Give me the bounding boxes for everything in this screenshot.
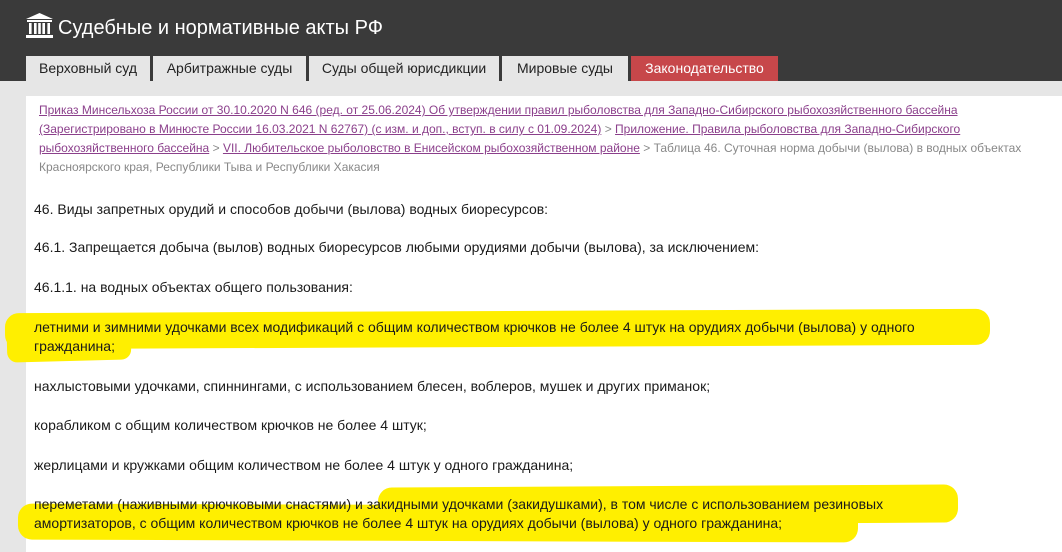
breadcrumb-separator: > [604,122,612,136]
breadcrumb-link-section[interactable]: VII. Любительское рыболовство в Енисейск… [223,141,640,155]
paragraph-46-1: 46.1. Запрещается добыча (вылов) водных … [34,239,760,255]
breadcrumb-current-cont: Красноярского края, Республики Тыва и Ре… [39,160,380,174]
courthouse-icon[interactable] [25,12,54,39]
tab-general-courts[interactable]: Суды общей юрисдикции [309,56,499,81]
paragraph-korablik: корабликом с общим количеством крючков н… [34,417,427,433]
paragraph-46: 46. Виды запретных орудий и способов доб… [34,201,549,217]
breadcrumb-link-appendix[interactable]: Приложение. Правила рыболовства для Запа… [615,122,960,136]
tab-magistrate-courts[interactable]: Мировые суды [502,56,628,81]
breadcrumb-separator: > [212,141,220,155]
paragraph-flyfishing: нахлыстовыми удочками, спиннингами, с ис… [34,378,711,394]
paragraph-rods-line1: летними и зимними удочками всех модифика… [34,319,915,335]
paragraph-peremety-line2: амортизаторов, с общим количеством крючк… [34,515,783,531]
breadcrumb-link-appendix-cont[interactable]: рыбохозяйственного бассейна [39,141,209,155]
breadcrumb-current: Таблица 46. Суточная норма добычи (вылов… [653,141,1022,155]
tab-legislation[interactable]: Законодательство [631,56,778,81]
breadcrumb-link-order-cont[interactable]: (Зарегистрировано в Минюсте России 16.03… [39,122,601,136]
breadcrumb-separator: > [643,141,651,155]
site-title[interactable]: Судебные и нормативные акты РФ [58,16,383,40]
tab-arbitration-courts[interactable]: Арбитражные суды [153,56,306,81]
breadcrumb: Приказ Минсельхоза России от 30.10.2020 … [39,101,1039,177]
main-nav: Верховный суд Арбитражные суды Суды обще… [0,56,1062,81]
paragraph-peremety-line1: переметами (наживными крючковыми снастям… [34,496,884,512]
site-header: Судебные и нормативные акты РФ [0,0,1062,56]
tab-supreme-court[interactable]: Верховный суд [26,56,150,81]
breadcrumb-link-order[interactable]: Приказ Минсельхоза России от 30.10.2020 … [39,103,958,117]
paragraph-zherlitsy: жерлицами и кружками общим количеством н… [34,457,574,473]
paragraph-rods-line2: гражданина; [34,338,115,354]
paragraph-46-1-1: 46.1.1. на водных объектах общего пользо… [34,279,353,295]
